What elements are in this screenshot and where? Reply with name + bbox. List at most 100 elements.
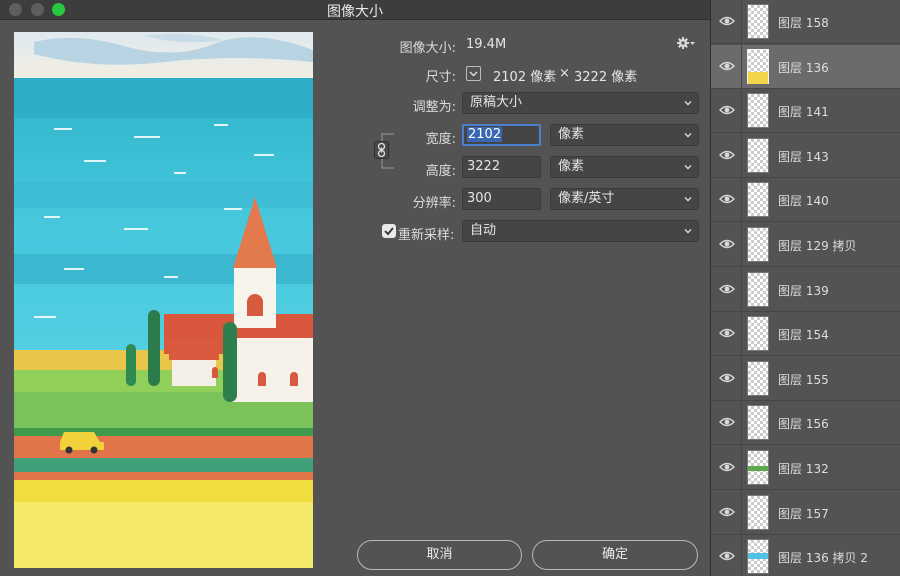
layers-panel: 图层 158 图层 136 图层 141 图层 143 图层 140 图层 129 拷贝图… — [710, 0, 900, 576]
layer-name: 图层 155 — [778, 372, 829, 387]
eye-icon[interactable] — [719, 193, 735, 205]
chevron-down-icon — [684, 165, 692, 170]
layer-thumbnail[interactable] — [747, 360, 769, 396]
layer-row[interactable]: 图层 154 — [711, 312, 900, 357]
resolution-input[interactable]: 300 — [462, 188, 541, 210]
fit-to-label: 调整为: — [412, 100, 456, 115]
layer-name: 图层 132 — [778, 462, 829, 476]
layer-name: 图层 157 — [778, 506, 829, 521]
eye-icon[interactable] — [719, 283, 735, 295]
column-divider — [741, 490, 742, 535]
chevron-down-icon — [684, 197, 692, 202]
layer-row[interactable]: 图层 136 — [711, 44, 900, 89]
height-unit-select[interactable]: 像素 — [550, 156, 699, 178]
eye-icon[interactable] — [719, 149, 735, 161]
layer-name: 图层 140 — [778, 194, 829, 209]
fit-to-select[interactable]: 原稿大小 — [462, 92, 699, 114]
layer-thumbnail[interactable] — [747, 494, 769, 530]
layer-thumbnail[interactable] — [747, 137, 769, 173]
layer-row[interactable]: 图层 155 — [711, 356, 900, 401]
eye-icon[interactable] — [719, 461, 735, 473]
layer-row[interactable]: 图层 140 — [711, 178, 900, 223]
column-divider — [741, 535, 742, 576]
layer-name: 图层 158 — [778, 16, 829, 30]
dimensions-units-toggle[interactable] — [466, 66, 481, 81]
layer-row[interactable]: 图层 143 — [711, 133, 900, 178]
width-unit-select[interactable]: 像素 — [550, 124, 699, 146]
layer-row[interactable]: 图层 129 拷贝 — [711, 223, 900, 267]
column-divider — [741, 0, 742, 44]
height-input[interactable]: 3222 — [462, 156, 541, 178]
resample-value: 自动 — [470, 223, 497, 238]
height-value: 3222 — [467, 159, 501, 174]
layer-thumbnail[interactable] — [747, 539, 769, 575]
ok-button[interactable]: 确定 — [532, 540, 698, 570]
layer-name: 图层 139 — [778, 283, 829, 298]
thumbnail-content — [748, 466, 768, 471]
layer-row[interactable]: 图层 141 — [711, 89, 900, 134]
eye-icon[interactable] — [719, 372, 735, 384]
column-divider — [741, 312, 742, 357]
layer-row[interactable]: 图层 158 — [711, 0, 900, 44]
dialog-title: 图像大小 — [327, 4, 383, 20]
dimensions-label: 尺寸: — [425, 70, 456, 85]
gear-icon[interactable] — [677, 36, 695, 50]
layer-name: 图层 136 拷贝 2 — [778, 551, 868, 566]
dimensions-width-value: 2102 像素 — [493, 70, 557, 85]
layer-name: 图层 129 拷贝 — [778, 239, 857, 253]
layer-name: 图层 156 — [778, 417, 829, 432]
fit-to-value: 原稿大小 — [470, 95, 523, 110]
resolution-unit-value: 像素/英寸 — [558, 191, 615, 206]
chevron-down-icon — [469, 71, 478, 77]
layer-thumbnail[interactable] — [747, 405, 769, 441]
layer-name: 图层 143 — [778, 149, 829, 164]
eye-icon[interactable] — [719, 15, 735, 27]
dimensions-times: × — [559, 66, 570, 81]
dimensions-height-value: 3222 像素 — [574, 70, 638, 85]
column-divider — [741, 133, 742, 178]
layer-thumbnail[interactable] — [747, 48, 769, 84]
layer-thumbnail[interactable] — [747, 4, 769, 39]
layer-thumbnail[interactable] — [747, 450, 769, 485]
width-input[interactable]: 2102 — [462, 124, 541, 146]
layer-row[interactable]: 图层 156 — [711, 401, 900, 446]
checkmark-icon — [384, 227, 394, 236]
width-value: 2102 — [467, 127, 503, 142]
resample-select[interactable]: 自动 — [462, 220, 699, 242]
layer-row[interactable]: 图层 136 拷贝 2 — [711, 535, 900, 576]
eye-icon[interactable] — [719, 238, 735, 250]
eye-icon[interactable] — [719, 550, 735, 562]
resolution-value: 300 — [467, 191, 492, 206]
layer-thumbnail[interactable] — [747, 271, 769, 307]
resample-checkbox[interactable] — [382, 224, 396, 238]
layer-row[interactable]: 图层 132 — [711, 446, 900, 490]
layer-row[interactable]: 图层 157 — [711, 490, 900, 535]
layer-name: 图层 141 — [778, 105, 829, 120]
cancel-button[interactable]: 取消 — [357, 540, 522, 570]
thumbnail-content — [748, 553, 768, 560]
height-label: 高度: — [425, 164, 456, 179]
eye-icon[interactable] — [719, 104, 735, 116]
layer-thumbnail[interactable] — [747, 182, 769, 218]
layer-thumbnail[interactable] — [747, 316, 769, 352]
column-divider — [741, 178, 742, 223]
column-divider — [741, 223, 742, 267]
chevron-down-icon — [684, 133, 692, 138]
image-size-label: 图像大小: — [399, 41, 456, 56]
layer-thumbnail[interactable] — [747, 93, 769, 129]
eye-icon[interactable] — [719, 60, 735, 72]
layer-name: 图层 154 — [778, 328, 829, 343]
image-size-value: 19.4M — [466, 37, 507, 52]
eye-icon[interactable] — [719, 327, 735, 339]
layer-thumbnail[interactable] — [747, 227, 769, 262]
eye-icon[interactable] — [719, 416, 735, 428]
width-unit-value: 像素 — [558, 127, 585, 142]
layer-name: 图层 136 — [778, 60, 829, 75]
title-bar: 图像大小 — [0, 0, 710, 20]
resolution-unit-select[interactable]: 像素/英寸 — [550, 188, 699, 210]
resample-label: 重新采样: — [398, 228, 455, 243]
resolution-label: 分辨率: — [412, 196, 456, 211]
eye-icon[interactable] — [719, 506, 735, 518]
image-preview[interactable] — [14, 32, 313, 568]
layer-row[interactable]: 图层 139 — [711, 267, 900, 312]
